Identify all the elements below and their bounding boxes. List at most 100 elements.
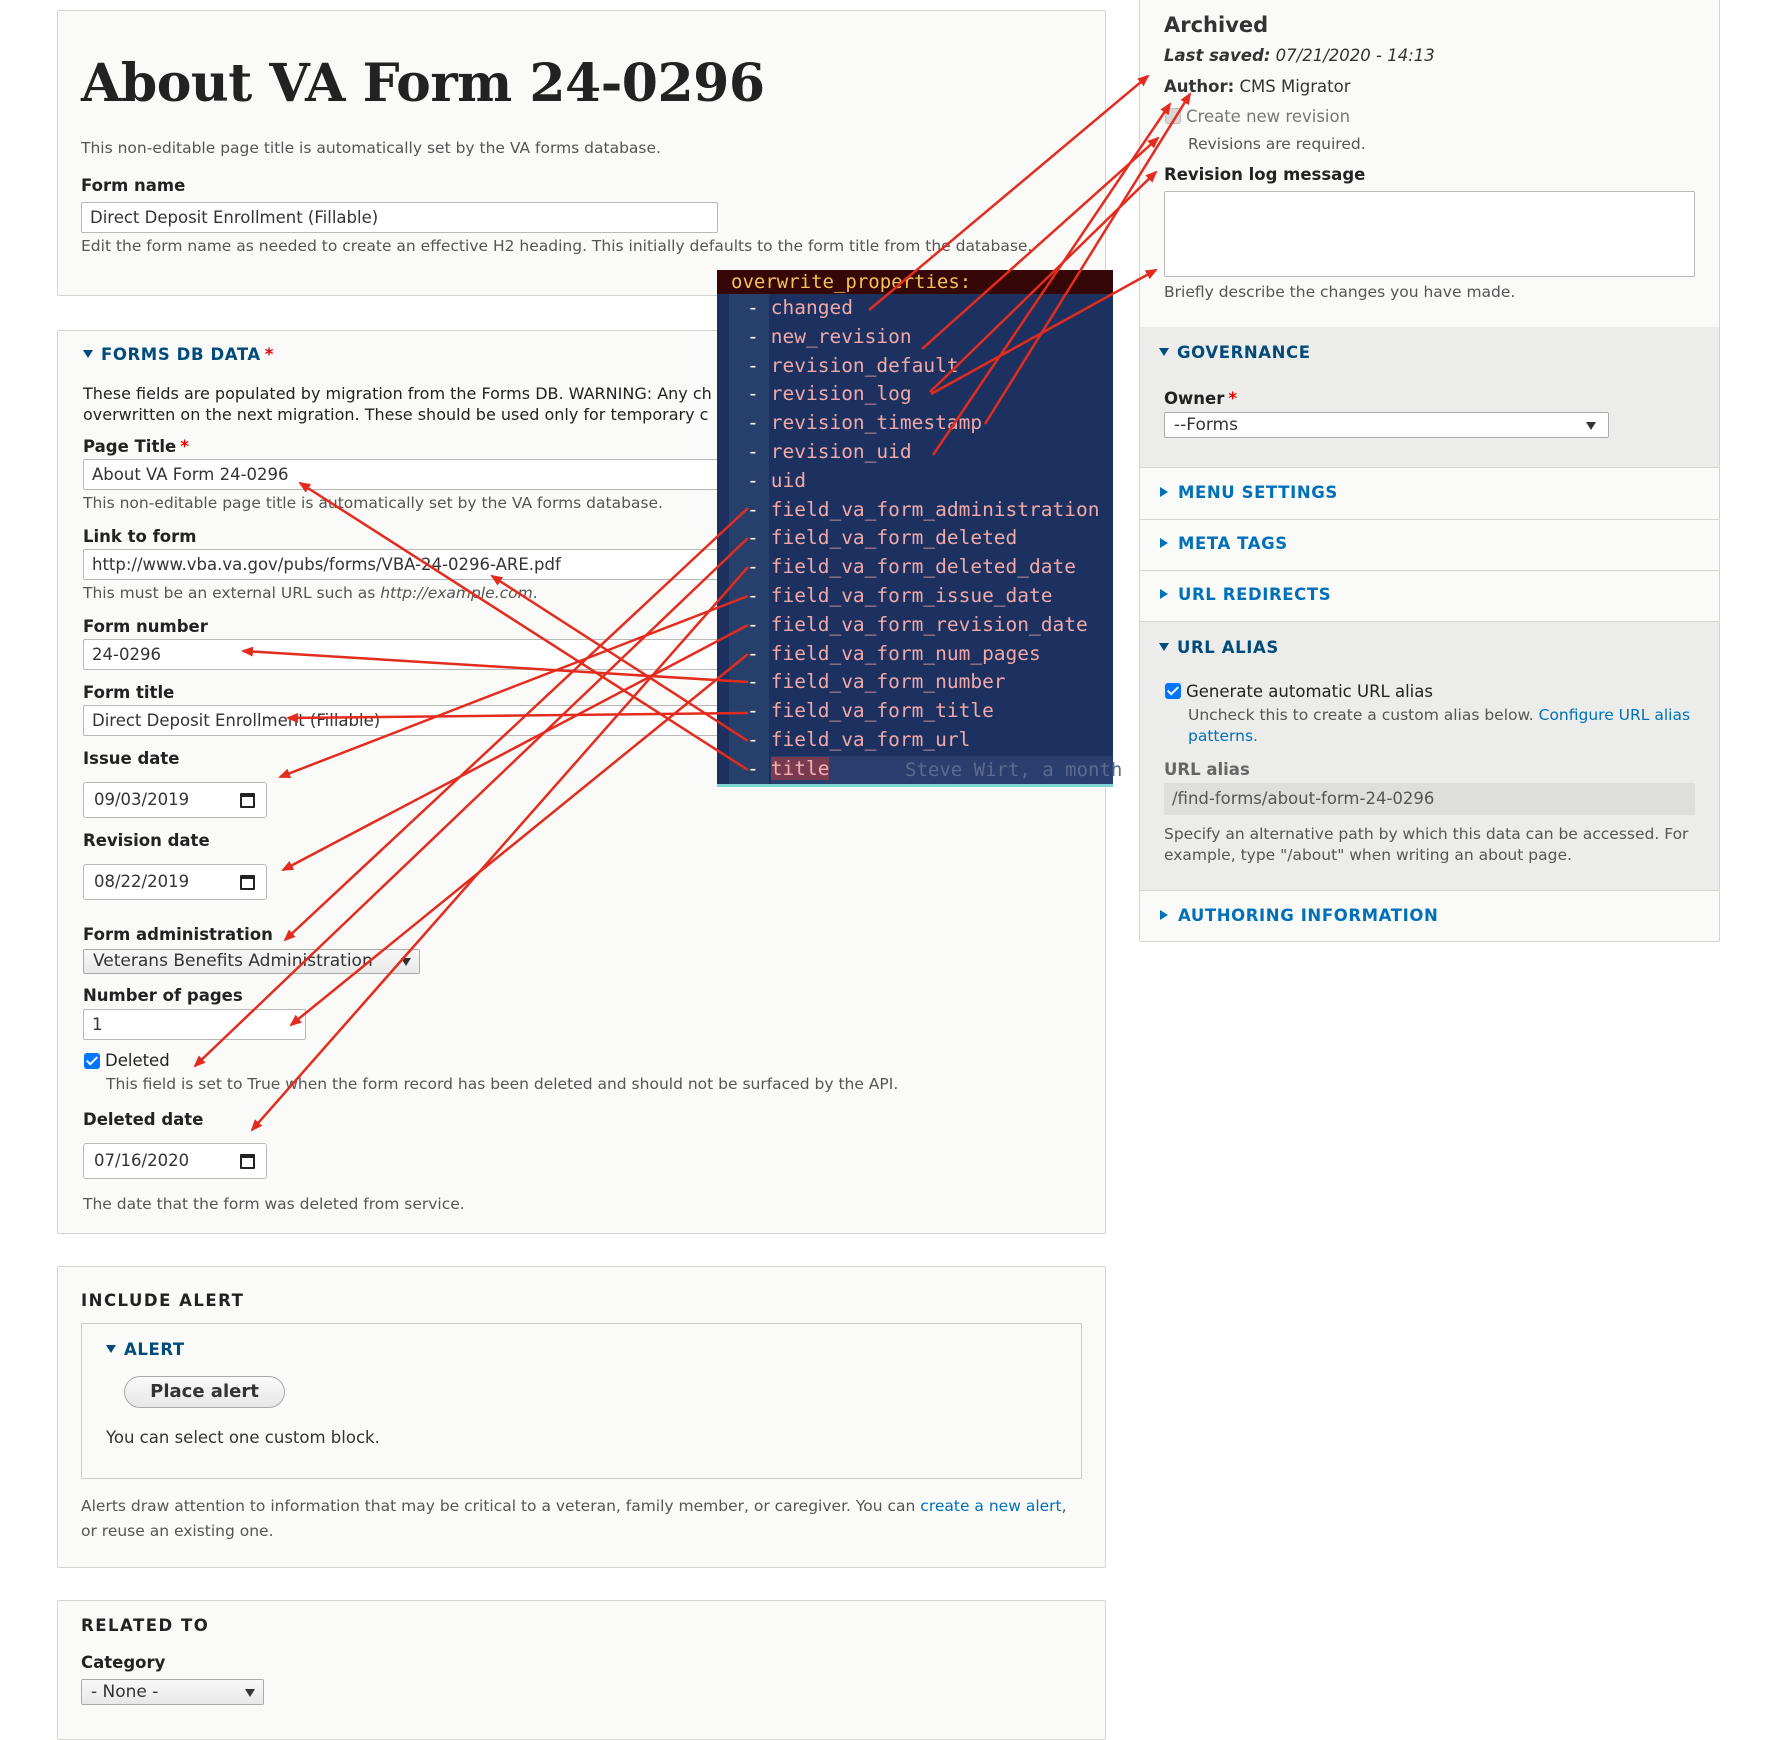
alert-desc: Alerts draw attention to information tha… — [81, 1497, 1067, 1515]
page-title-input[interactable]: About VA Form 24-0296 — [83, 459, 723, 490]
url-alias-desc-1: Specify an alternative path by which thi… — [1164, 825, 1689, 843]
terminal-line: - field_va_form_revision_date — [747, 611, 1088, 639]
form-name-desc: Edit the form name as needed to create a… — [81, 237, 1033, 255]
deleted-desc: This field is set to True when the form … — [106, 1075, 899, 1093]
deleted-checkbox[interactable] — [84, 1053, 100, 1069]
revision-date-input[interactable]: 08/22/2019 — [83, 864, 267, 900]
forms-db-desc-2: overwritten on the next migration. These… — [83, 405, 709, 424]
revisions-required: Revisions are required. — [1188, 135, 1366, 153]
list-dash: - — [747, 670, 759, 694]
form-admin-select[interactable]: Veterans Benefits Administration — [83, 949, 420, 974]
related-title: RELATED TO — [81, 1616, 210, 1635]
terminal-item-text: revision_default — [770, 353, 959, 377]
divider — [1140, 519, 1719, 520]
chevron-down-icon — [401, 958, 411, 966]
authoring-info-title: AUTHORING INFORMATION — [1178, 906, 1439, 925]
author: Author: CMS Migrator — [1164, 77, 1351, 96]
forms-db-desc-1: These fields are populated by migration … — [83, 384, 712, 403]
form-number-input[interactable]: 24-0296 — [83, 639, 723, 670]
list-dash: - — [747, 728, 759, 751]
place-alert-label: Place alert — [150, 1381, 259, 1402]
triangle-down-icon — [83, 350, 93, 358]
calendar-icon[interactable] — [240, 875, 255, 890]
link-input[interactable]: http://www.vba.va.gov/pubs/forms/VBA-24-… — [83, 549, 723, 580]
configure-alias-link[interactable]: Configure URL alias — [1539, 706, 1690, 724]
alert-note: You can select one custom block. — [106, 1428, 380, 1447]
url-alias-toggle[interactable]: URL ALIAS — [1159, 638, 1279, 657]
create-revision-checkbox[interactable] — [1165, 108, 1181, 124]
list-dash: - — [747, 324, 759, 348]
alert-subtitle: ALERT — [124, 1340, 185, 1359]
form-title-input[interactable]: Direct Deposit Enrollment (Fillable) — [83, 705, 723, 736]
url-alias-input[interactable]: /find-forms/about-form-24-0296 — [1164, 783, 1695, 815]
terminal-line: - revision_timestamp — [747, 409, 982, 437]
calendar-icon[interactable] — [240, 1154, 255, 1169]
url-redirects-toggle[interactable]: URL REDIRECTS — [1160, 585, 1331, 604]
revision-log-label: Revision log message — [1164, 165, 1366, 184]
calendar-icon[interactable] — [240, 793, 255, 808]
deleted-date-value: 07/16/2020 — [94, 1151, 190, 1170]
url-alias-title: URL ALIAS — [1177, 638, 1279, 657]
list-dash: - — [747, 612, 759, 636]
governance-section: GOVERNANCE Owner * --Forms — [1140, 327, 1719, 467]
terminal-line: - uid — [747, 467, 806, 495]
issue-date-value: 09/03/2019 — [94, 790, 190, 809]
issue-date-label: Issue date — [83, 749, 180, 768]
configure-alias-link-2[interactable]: patterns — [1188, 727, 1253, 745]
owner-value: --Forms — [1174, 415, 1238, 435]
divider — [1140, 467, 1719, 468]
terminal-line: - field_va_form_num_pages — [747, 640, 1041, 668]
include-alert-panel: INCLUDE ALERT ALERT Place alert You can … — [57, 1266, 1106, 1568]
revision-log-desc: Briefly describe the changes you have ma… — [1164, 283, 1516, 301]
list-dash: - — [747, 641, 759, 665]
configure-suffix: . — [1253, 727, 1258, 745]
alert-toggle[interactable]: ALERT — [106, 1340, 185, 1359]
place-alert-button[interactable]: Place alert — [124, 1376, 285, 1408]
forms-db-toggle[interactable]: FORMS DB DATA * — [83, 345, 274, 364]
create-alert-link[interactable]: create a new alert — [920, 1497, 1061, 1515]
menu-settings-toggle[interactable]: MENU SETTINGS — [1160, 483, 1338, 502]
list-dash: - — [747, 382, 759, 406]
owner-label-text: Owner — [1164, 389, 1225, 408]
url-alias-label: URL alias — [1164, 760, 1250, 779]
terminal-item-text: title — [770, 756, 830, 780]
link-desc-suffix: . — [532, 584, 538, 602]
required-marker: * — [264, 345, 275, 364]
authoring-info-toggle[interactable]: AUTHORING INFORMATION — [1160, 906, 1438, 925]
deleted-date-desc: The date that the form was deleted from … — [83, 1195, 465, 1213]
revision-log-textarea[interactable] — [1164, 191, 1695, 277]
url-alias-section: URL ALIAS Generate automatic URL alias U… — [1140, 622, 1719, 890]
governance-toggle[interactable]: GOVERNANCE — [1159, 343, 1311, 362]
url-alias-desc-2: example, type "/about" when writing an a… — [1164, 846, 1572, 864]
meta-tags-toggle[interactable]: META TAGS — [1160, 534, 1288, 553]
terminal-line: - field_va_form_title — [747, 697, 994, 725]
generate-alias-label: Generate automatic URL alias — [1186, 682, 1433, 701]
terminal-item-text: field_va_form_url — [770, 728, 971, 751]
last-saved: Last saved: 07/21/2020 - 14:13 — [1164, 46, 1435, 65]
divider — [1140, 570, 1719, 571]
alert-desc-2: or reuse an existing one. — [81, 1522, 274, 1540]
uncheck-text: Uncheck this to create a custom alias be… — [1188, 706, 1690, 724]
link-desc-example: http://example.com — [380, 584, 533, 602]
triangle-right-icon — [1160, 910, 1168, 920]
list-dash: - — [747, 468, 759, 492]
create-revision-label: Create new revision — [1186, 107, 1351, 126]
related-panel: RELATED TO Category - None - — [57, 1600, 1106, 1740]
terminal-line: - new_revision — [747, 323, 912, 351]
revision-date-label: Revision date — [83, 831, 210, 850]
category-select[interactable]: - None - — [81, 1679, 264, 1705]
form-title-label: Form title — [83, 683, 175, 702]
deleted-date-input[interactable]: 07/16/2020 — [83, 1143, 267, 1179]
generate-alias-checkbox[interactable] — [1165, 683, 1181, 699]
terminal-line: - changed — [747, 294, 853, 322]
issue-date-input[interactable]: 09/03/2019 — [83, 782, 267, 818]
num-pages-input[interactable]: 1 — [83, 1009, 306, 1040]
terminal-item-text: field_va_form_deleted — [770, 526, 1018, 550]
owner-select[interactable]: --Forms — [1164, 412, 1609, 438]
form-name-input[interactable]: Direct Deposit Enrollment (Fillable) — [81, 202, 718, 233]
terminal-item-text: field_va_form_administration — [770, 497, 1100, 521]
category-label: Category — [81, 1653, 166, 1672]
list-dash: - — [747, 756, 759, 780]
page-title: About VA Form 24-0296 — [81, 53, 765, 114]
triangle-down-icon — [1159, 348, 1169, 356]
